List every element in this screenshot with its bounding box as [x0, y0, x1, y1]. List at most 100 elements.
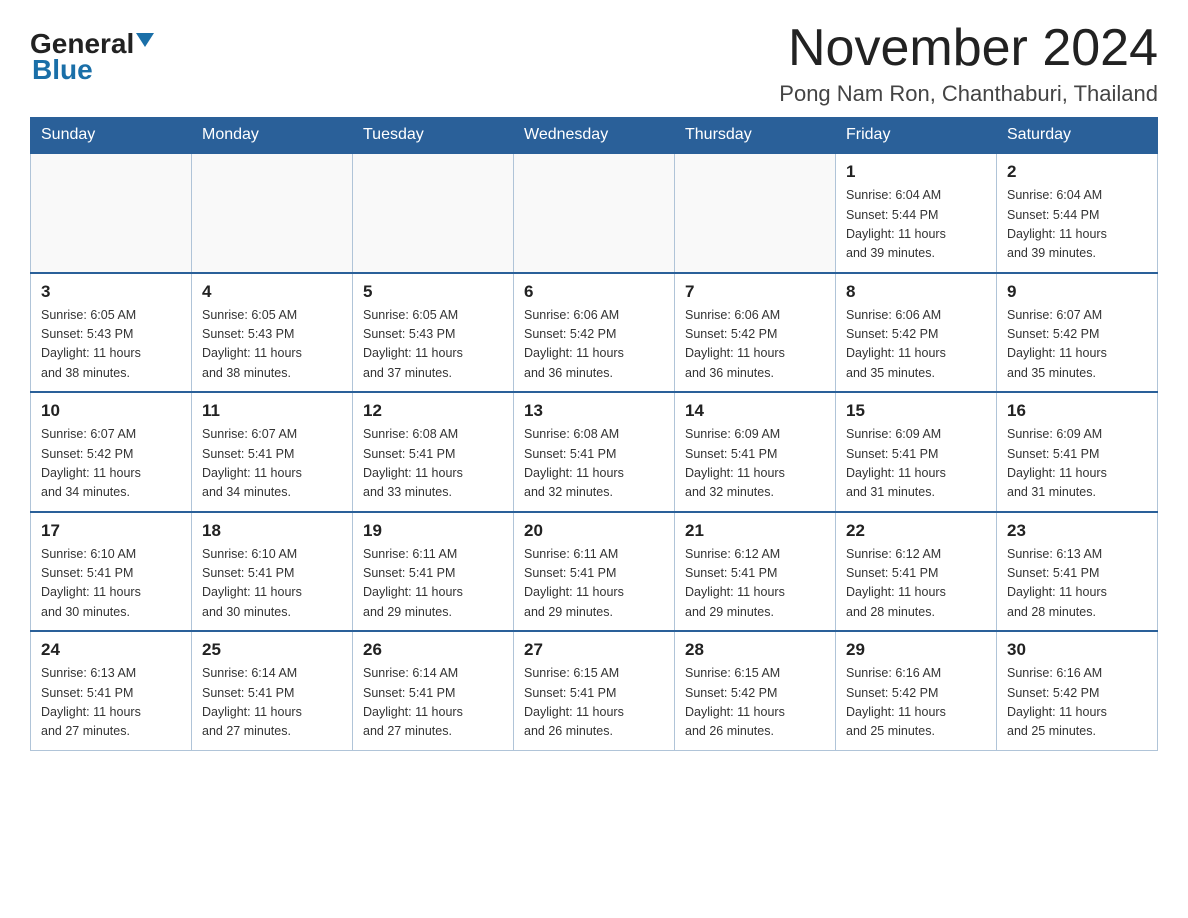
day-info: Sunrise: 6:06 AMSunset: 5:42 PMDaylight:…: [846, 308, 946, 380]
logo: General Blue: [30, 30, 154, 86]
calendar-cell: 2Sunrise: 6:04 AMSunset: 5:44 PMDaylight…: [997, 153, 1158, 273]
day-info: Sunrise: 6:09 AMSunset: 5:41 PMDaylight:…: [685, 427, 785, 499]
day-number: 13: [524, 401, 664, 421]
calendar-cell: 28 Sunrise: 6:15 AMSunset: 5:42 PMDayligh…: [675, 631, 836, 750]
day-info: Sunrise: 6:06 AMSunset: 5:42 PMDaylight:…: [524, 308, 624, 380]
logo-triangle-icon: [136, 33, 154, 47]
day-info: Sunrise: 6:07 AMSunset: 5:41 PMDaylight:…: [202, 427, 302, 499]
calendar-cell: 5Sunrise: 6:05 AMSunset: 5:43 PMDaylight…: [353, 273, 514, 393]
day-info: Sunrise: 6:11 AMSunset: 5:41 PMDaylight:…: [363, 547, 463, 619]
logo-blue: Blue: [30, 54, 93, 86]
week-row-3: 10Sunrise: 6:07 AMSunset: 5:42 PMDayligh…: [31, 392, 1158, 512]
day-info: Sunrise: 6:08 AMSunset: 5:41 PMDaylight:…: [363, 427, 463, 499]
calendar-cell: 1 Sunrise: 6:04 AMSunset: 5:44 PMDaylight…: [836, 153, 997, 273]
weekday-header-row: SundayMondayTuesdayWednesdayThursdayFrid…: [31, 118, 1158, 154]
calendar-cell: 6 Sunrise: 6:06 AMSunset: 5:42 PMDaylight…: [514, 273, 675, 393]
calendar-cell: 4 Sunrise: 6:05 AMSunset: 5:43 PMDaylight…: [192, 273, 353, 393]
title-block: November 2024 Pong Nam Ron, Chanthaburi,…: [779, 20, 1158, 107]
calendar-cell: 22Sunrise: 6:12 AMSunset: 5:41 PMDayligh…: [836, 512, 997, 632]
day-number: 9: [1007, 282, 1147, 302]
day-number: 12: [363, 401, 503, 421]
weekday-header-thursday: Thursday: [675, 118, 836, 154]
day-number: 17: [41, 521, 181, 541]
calendar-cell: 27 Sunrise: 6:15 AMSunset: 5:41 PMDayligh…: [514, 631, 675, 750]
day-number: 28: [685, 640, 825, 660]
day-info: Sunrise: 6:09 AMSunset: 5:41 PMDaylight:…: [1007, 427, 1107, 499]
calendar-cell: 29 Sunrise: 6:16 AMSunset: 5:42 PMDayligh…: [836, 631, 997, 750]
day-number: 7: [685, 282, 825, 302]
day-info: Sunrise: 6:08 AMSunset: 5:41 PMDaylight:…: [524, 427, 624, 499]
calendar-cell: 24 Sunrise: 6:13 AMSunset: 5:41 PMDayligh…: [31, 631, 192, 750]
day-info: Sunrise: 6:06 AMSunset: 5:42 PMDaylight:…: [685, 308, 785, 380]
calendar-cell: 9Sunrise: 6:07 AMSunset: 5:42 PMDaylight…: [997, 273, 1158, 393]
calendar-cell: 15Sunrise: 6:09 AMSunset: 5:41 PMDayligh…: [836, 392, 997, 512]
week-row-5: 24 Sunrise: 6:13 AMSunset: 5:41 PMDayligh…: [31, 631, 1158, 750]
calendar-cell: 26Sunrise: 6:14 AMSunset: 5:41 PMDayligh…: [353, 631, 514, 750]
calendar-cell: [675, 153, 836, 273]
day-number: 26: [363, 640, 503, 660]
day-info: Sunrise: 6:16 AMSunset: 5:42 PMDaylight:…: [1007, 666, 1107, 738]
day-number: 30: [1007, 640, 1147, 660]
calendar-cell: [353, 153, 514, 273]
calendar-cell: 18Sunrise: 6:10 AMSunset: 5:41 PMDayligh…: [192, 512, 353, 632]
calendar-cell: 25 Sunrise: 6:14 AMSunset: 5:41 PMDayligh…: [192, 631, 353, 750]
page-header: General Blue November 2024 Pong Nam Ron,…: [30, 20, 1158, 107]
day-number: 14: [685, 401, 825, 421]
calendar-cell: 17 Sunrise: 6:10 AMSunset: 5:41 PMDayligh…: [31, 512, 192, 632]
calendar-cell: 8Sunrise: 6:06 AMSunset: 5:42 PMDaylight…: [836, 273, 997, 393]
calendar-cell: [192, 153, 353, 273]
day-number: 24: [41, 640, 181, 660]
day-number: 4: [202, 282, 342, 302]
day-number: 27: [524, 640, 664, 660]
calendar-cell: 13 Sunrise: 6:08 AMSunset: 5:41 PMDayligh…: [514, 392, 675, 512]
day-number: 11: [202, 401, 342, 421]
day-info: Sunrise: 6:12 AMSunset: 5:41 PMDaylight:…: [685, 547, 785, 619]
day-info: Sunrise: 6:09 AMSunset: 5:41 PMDaylight:…: [846, 427, 946, 499]
calendar-cell: 19 Sunrise: 6:11 AMSunset: 5:41 PMDayligh…: [353, 512, 514, 632]
day-info: Sunrise: 6:16 AMSunset: 5:42 PMDaylight:…: [846, 666, 946, 738]
day-number: 29: [846, 640, 986, 660]
week-row-4: 17 Sunrise: 6:10 AMSunset: 5:41 PMDayligh…: [31, 512, 1158, 632]
weekday-header-monday: Monday: [192, 118, 353, 154]
day-info: Sunrise: 6:14 AMSunset: 5:41 PMDaylight:…: [202, 666, 302, 738]
day-number: 6: [524, 282, 664, 302]
calendar-cell: 20Sunrise: 6:11 AMSunset: 5:41 PMDayligh…: [514, 512, 675, 632]
day-number: 10: [41, 401, 181, 421]
day-number: 16: [1007, 401, 1147, 421]
calendar-cell: [514, 153, 675, 273]
calendar-cell: [31, 153, 192, 273]
calendar-cell: 11 Sunrise: 6:07 AMSunset: 5:41 PMDayligh…: [192, 392, 353, 512]
weekday-header-sunday: Sunday: [31, 118, 192, 154]
day-info: Sunrise: 6:10 AMSunset: 5:41 PMDaylight:…: [41, 547, 141, 619]
day-info: Sunrise: 6:05 AMSunset: 5:43 PMDaylight:…: [202, 308, 302, 380]
day-info: Sunrise: 6:05 AMSunset: 5:43 PMDaylight:…: [41, 308, 141, 380]
day-number: 19: [363, 521, 503, 541]
calendar-cell: 16 Sunrise: 6:09 AMSunset: 5:41 PMDayligh…: [997, 392, 1158, 512]
day-number: 1: [846, 162, 986, 182]
day-info: Sunrise: 6:15 AMSunset: 5:42 PMDaylight:…: [685, 666, 785, 738]
calendar-cell: 3 Sunrise: 6:05 AMSunset: 5:43 PMDaylight…: [31, 273, 192, 393]
location: Pong Nam Ron, Chanthaburi, Thailand: [779, 81, 1158, 107]
day-info: Sunrise: 6:10 AMSunset: 5:41 PMDaylight:…: [202, 547, 302, 619]
month-title: November 2024: [779, 20, 1158, 77]
weekday-header-saturday: Saturday: [997, 118, 1158, 154]
day-info: Sunrise: 6:13 AMSunset: 5:41 PMDaylight:…: [1007, 547, 1107, 619]
day-number: 25: [202, 640, 342, 660]
calendar-cell: 23 Sunrise: 6:13 AMSunset: 5:41 PMDayligh…: [997, 512, 1158, 632]
weekday-header-friday: Friday: [836, 118, 997, 154]
weekday-header-tuesday: Tuesday: [353, 118, 514, 154]
calendar-cell: 14 Sunrise: 6:09 AMSunset: 5:41 PMDayligh…: [675, 392, 836, 512]
day-info: Sunrise: 6:11 AMSunset: 5:41 PMDaylight:…: [524, 547, 624, 619]
calendar-table: SundayMondayTuesdayWednesdayThursdayFrid…: [30, 117, 1158, 751]
day-number: 3: [41, 282, 181, 302]
day-info: Sunrise: 6:13 AMSunset: 5:41 PMDaylight:…: [41, 666, 141, 738]
day-number: 23: [1007, 521, 1147, 541]
calendar-cell: 21Sunrise: 6:12 AMSunset: 5:41 PMDayligh…: [675, 512, 836, 632]
day-number: 2: [1007, 162, 1147, 182]
day-info: Sunrise: 6:12 AMSunset: 5:41 PMDaylight:…: [846, 547, 946, 619]
day-info: Sunrise: 6:04 AMSunset: 5:44 PMDaylight:…: [846, 188, 946, 260]
day-info: Sunrise: 6:15 AMSunset: 5:41 PMDaylight:…: [524, 666, 624, 738]
day-info: Sunrise: 6:05 AMSunset: 5:43 PMDaylight:…: [363, 308, 463, 380]
weekday-header-wednesday: Wednesday: [514, 118, 675, 154]
week-row-1: 1 Sunrise: 6:04 AMSunset: 5:44 PMDaylight…: [31, 153, 1158, 273]
